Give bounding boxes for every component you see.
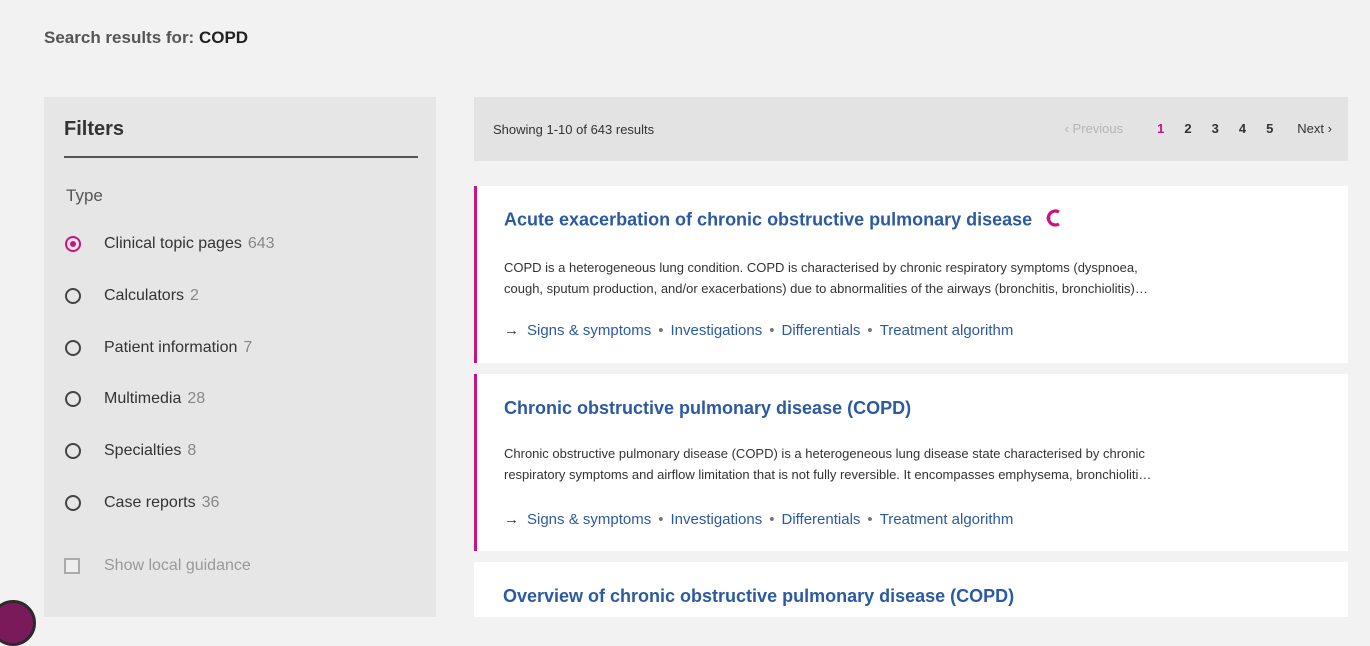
filter-option-count: 8 — [187, 442, 197, 459]
arrow-right-icon: → — [504, 322, 519, 339]
link-differentials[interactable]: Differentials — [781, 511, 860, 528]
filter-option-calculators[interactable]: Calculators 2 — [64, 284, 199, 308]
filter-option-count: 36 — [201, 494, 220, 511]
page-2-link[interactable]: 2 — [1184, 121, 1191, 136]
link-treatment-algorithm[interactable]: Treatment algorithm — [880, 511, 1014, 528]
radio-icon[interactable] — [65, 288, 81, 304]
results-count: Showing 1-10 of 643 results — [493, 122, 655, 137]
search-heading: Search results for: COPD — [44, 28, 248, 48]
result-description: COPD is a heterogeneous lung condition. … — [504, 260, 1148, 296]
filter-option-patient-information[interactable]: Patient information 7 — [64, 336, 252, 360]
result-quick-links: → Signs & symptoms • Investigations • Di… — [504, 511, 1013, 528]
filter-option-label: Calculators — [104, 287, 185, 304]
filter-option-count: 28 — [187, 390, 206, 407]
chevron-left-icon: ‹ — [1064, 121, 1069, 136]
filter-option-count: 7 — [243, 339, 253, 356]
filter-option-multimedia[interactable]: Multimedia 28 — [64, 387, 205, 411]
previous-link[interactable]: ‹ Previous — [1065, 121, 1124, 136]
filters-title: Filters — [64, 118, 125, 140]
link-investigations[interactable]: Investigations — [670, 511, 762, 528]
radio-selected-icon[interactable] — [65, 236, 81, 252]
link-treatment-algorithm[interactable]: Treatment algorithm — [880, 322, 1014, 339]
pagination: ‹ Previous 1 2 3 4 5 Next › — [1065, 121, 1332, 136]
result-card: Acute exacerbation of chronic obstructiv… — [474, 186, 1348, 363]
radio-icon[interactable] — [65, 340, 81, 356]
separator-dot: • — [769, 511, 775, 528]
radio-icon[interactable] — [65, 391, 81, 407]
link-differentials[interactable]: Differentials — [781, 322, 860, 339]
condition-badge-icon — [1045, 209, 1061, 232]
separator-dot: • — [769, 322, 775, 339]
chevron-right-icon: › — [1327, 121, 1332, 136]
checkbox-icon[interactable] — [64, 558, 80, 574]
separator-dot: • — [867, 322, 873, 339]
link-signs-symptoms[interactable]: Signs & symptoms — [527, 511, 651, 528]
separator-dot: • — [867, 511, 873, 528]
show-local-guidance-checkbox[interactable]: Show local guidance — [64, 557, 251, 575]
result-title[interactable]: Chronic obstructive pulmonary disease (C… — [504, 398, 911, 419]
chat-launcher-icon[interactable] — [0, 600, 36, 646]
result-card: Overview of chronic obstructive pulmonar… — [474, 562, 1348, 617]
result-card: Chronic obstructive pulmonary disease (C… — [474, 374, 1348, 551]
search-prefix: Search results for: — [44, 28, 195, 47]
filter-option-label: Clinical topic pages — [104, 235, 242, 252]
result-title[interactable]: Acute exacerbation of chronic obstructiv… — [504, 209, 1061, 232]
filter-option-case-reports[interactable]: Case reports 36 — [64, 491, 219, 515]
search-term: COPD — [198, 28, 249, 47]
result-description: Chronic obstructive pulmonary disease (C… — [504, 446, 1152, 482]
filters-panel: Filters Type Clinical topic pages 643 Ca… — [44, 97, 436, 617]
filter-option-clinical-topic-pages[interactable]: Clinical topic pages 643 — [64, 232, 275, 256]
link-signs-symptoms[interactable]: Signs & symptoms — [527, 322, 651, 339]
filter-option-label: Multimedia — [104, 390, 182, 407]
filter-option-count: 643 — [247, 235, 275, 252]
arrow-right-icon: → — [504, 511, 519, 528]
filters-divider — [64, 156, 418, 158]
radio-icon[interactable] — [65, 495, 81, 511]
filter-option-label: Specialties — [104, 442, 182, 459]
separator-dot: • — [658, 322, 664, 339]
pagination-bar: Showing 1-10 of 643 results ‹ Previous 1… — [474, 97, 1348, 161]
local-guidance-label: Show local guidance — [104, 557, 251, 574]
type-label: Type — [66, 186, 103, 205]
result-title[interactable]: Overview of chronic obstructive pulmonar… — [503, 586, 1014, 607]
separator-dot: • — [658, 511, 664, 528]
radio-icon[interactable] — [65, 443, 81, 459]
page-1-link[interactable]: 1 — [1157, 121, 1164, 136]
page-4-link[interactable]: 4 — [1239, 121, 1246, 136]
filter-option-label: Case reports — [104, 494, 196, 511]
next-link[interactable]: Next › — [1297, 121, 1332, 136]
link-investigations[interactable]: Investigations — [670, 322, 762, 339]
page-3-link[interactable]: 3 — [1212, 121, 1219, 136]
result-quick-links: → Signs & symptoms • Investigations • Di… — [504, 322, 1013, 339]
filter-option-count: 2 — [190, 287, 199, 304]
page-5-link[interactable]: 5 — [1266, 121, 1273, 136]
filter-option-specialties[interactable]: Specialties 8 — [64, 439, 196, 463]
filter-option-label: Patient information — [104, 339, 238, 356]
